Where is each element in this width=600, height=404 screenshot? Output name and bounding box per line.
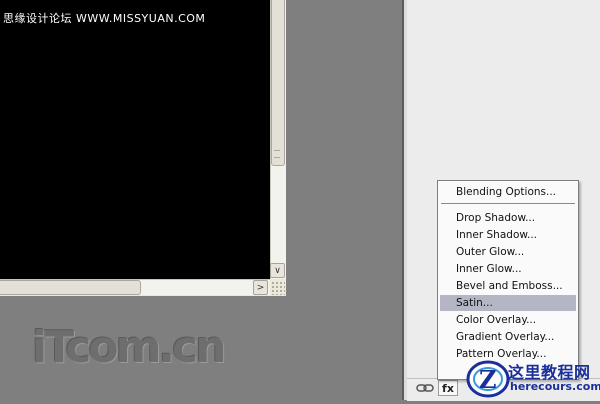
scroll-right-button[interactable]: > [253, 280, 268, 295]
watermark-text-top: 思缘设计论坛 WWW.MISSYUAN.COM [3, 12, 206, 25]
menu-item-bevel-emboss[interactable]: Bevel and Emboss... [440, 278, 576, 294]
scroll-down-button[interactable]: ∨ [270, 263, 285, 278]
logo-url: herecours.com [510, 380, 600, 393]
menu-item-satin[interactable]: Satin... [440, 295, 576, 311]
layer-style-context-menu: Blending Options... Drop Shadow... Inner… [437, 180, 579, 380]
menu-divider [441, 203, 575, 204]
menu-item-inner-shadow[interactable]: Inner Shadow... [440, 227, 576, 243]
menu-item-inner-glow[interactable]: Inner Glow... [440, 261, 576, 277]
menu-item-drop-shadow[interactable]: Drop Shadow... [440, 210, 576, 226]
menu-item-outer-glow[interactable]: Outer Glow... [440, 244, 576, 260]
window-resize-grip[interactable] [271, 281, 285, 295]
document-canvas[interactable] [0, 0, 270, 279]
watermark-logo-itcom: iTcom.cn [32, 322, 227, 373]
horizontal-scroll-thumb[interactable] [0, 280, 141, 295]
svg-text:Z: Z [479, 365, 497, 394]
menu-item-blending-options[interactable]: Blending Options... [440, 184, 576, 200]
add-layer-style-button[interactable]: fx [438, 380, 458, 396]
menu-item-color-overlay[interactable]: Color Overlay... [440, 312, 576, 328]
link-layers-icon[interactable] [416, 382, 434, 394]
scroll-grip-icon [274, 150, 280, 158]
chain-link-icon [416, 384, 434, 392]
logo-z-icon: Z [466, 360, 510, 398]
menu-item-gradient-overlay[interactable]: Gradient Overlay... [440, 329, 576, 345]
vertical-scroll-thumb[interactable] [271, 0, 285, 166]
